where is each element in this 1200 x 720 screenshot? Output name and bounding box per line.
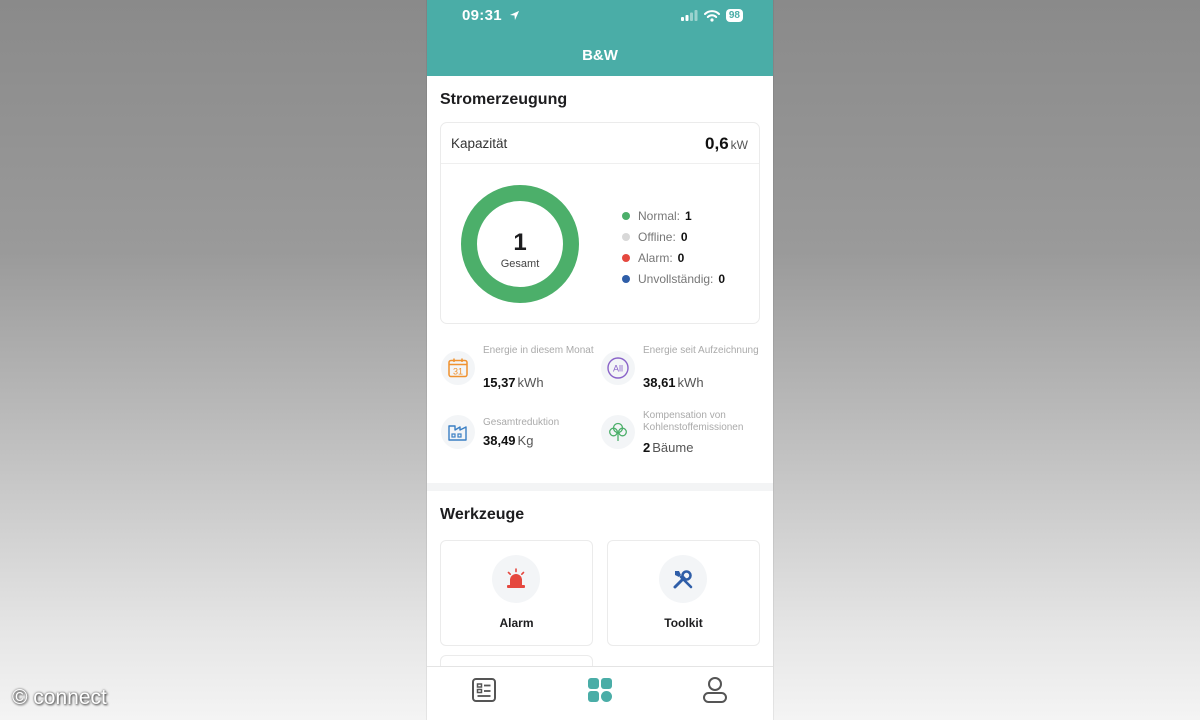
status-indicators: 98	[680, 9, 743, 22]
toolkit-tool-label: Toolkit	[664, 616, 703, 630]
status-legend: Normal: 1 Offline: 0 Alarm: 0 Unvollständig…	[622, 205, 725, 290]
signal-icon	[680, 10, 698, 21]
donut-total-count: 1	[513, 229, 527, 256]
toolkit-tool-card[interactable]: Toolkit	[607, 540, 760, 646]
generation-section-title: Stromerzeugung	[440, 91, 568, 108]
stat-value: 38,61 kWh	[643, 375, 704, 390]
all-icon: All	[601, 351, 635, 385]
wifi-icon	[703, 9, 720, 22]
tab-list[interactable]	[470, 676, 498, 704]
tools-icon	[659, 555, 707, 603]
calendar-icon: 31	[441, 351, 475, 385]
legend-item-alarm: Alarm: 0	[622, 247, 725, 268]
stat-label: Gesamtreduktion	[483, 417, 560, 428]
legend-item-offline: Offline: 0	[622, 226, 725, 247]
capacity-row: Kapazität 0,6 kW	[441, 123, 759, 164]
legend-item-incomplete: Unvollständig: 0	[622, 269, 725, 290]
section-divider	[427, 483, 773, 491]
app-title: B&W	[582, 47, 618, 64]
user-icon	[703, 677, 727, 703]
gray-dot-icon	[622, 232, 630, 241]
copyright-watermark: © connect	[12, 686, 107, 709]
donut-total-label: Gesamt	[500, 258, 540, 270]
grid-icon	[588, 678, 612, 702]
status-time: 09:31	[462, 7, 520, 24]
alarm-tool-label: Alarm	[499, 616, 534, 630]
stat-label: Kompensation von Kohlenstoffemissionen	[643, 410, 744, 433]
green-dot-icon	[622, 211, 630, 220]
app-header: 09:31 98 B&W	[427, 0, 773, 76]
tools-section-title: Werkzeuge	[440, 506, 525, 523]
stat-value: 2 Bäume	[643, 440, 694, 455]
battery-indicator: 98	[725, 9, 743, 22]
alarm-tool-card[interactable]: Alarm	[440, 540, 593, 646]
stat-label: Energie seit Aufzeichnung	[643, 345, 759, 356]
phone-screen: 09:31 98 B&W Stromerzeugung Kapazität 0,…	[427, 0, 773, 720]
list-icon	[472, 678, 496, 702]
capacity-label: Kapazität	[451, 136, 508, 151]
stat-value: 38,49 Kg	[483, 433, 534, 448]
svg-text:31: 31	[453, 367, 463, 377]
tree-icon	[601, 415, 635, 449]
factory-icon	[441, 415, 475, 449]
tab-profile[interactable]	[701, 676, 729, 704]
svg-text:All: All	[613, 364, 623, 374]
stat-label: Energie in diesem Monat	[483, 345, 594, 356]
stat-value: 15,37 kWh	[483, 375, 544, 390]
red-dot-icon	[622, 253, 630, 262]
blue-dot-icon	[622, 275, 630, 284]
generation-card[interactable]: Kapazität 0,6 kW 1 Gesamt Normal: 1 Offlin…	[440, 122, 760, 324]
tab-dashboard[interactable]	[586, 676, 614, 704]
capacity-value: 0,6 kW	[705, 134, 748, 153]
location-arrow-icon	[510, 10, 520, 21]
siren-icon	[492, 555, 540, 603]
bottom-tab-bar	[427, 666, 773, 720]
legend-item-normal: Normal: 1	[622, 205, 725, 226]
